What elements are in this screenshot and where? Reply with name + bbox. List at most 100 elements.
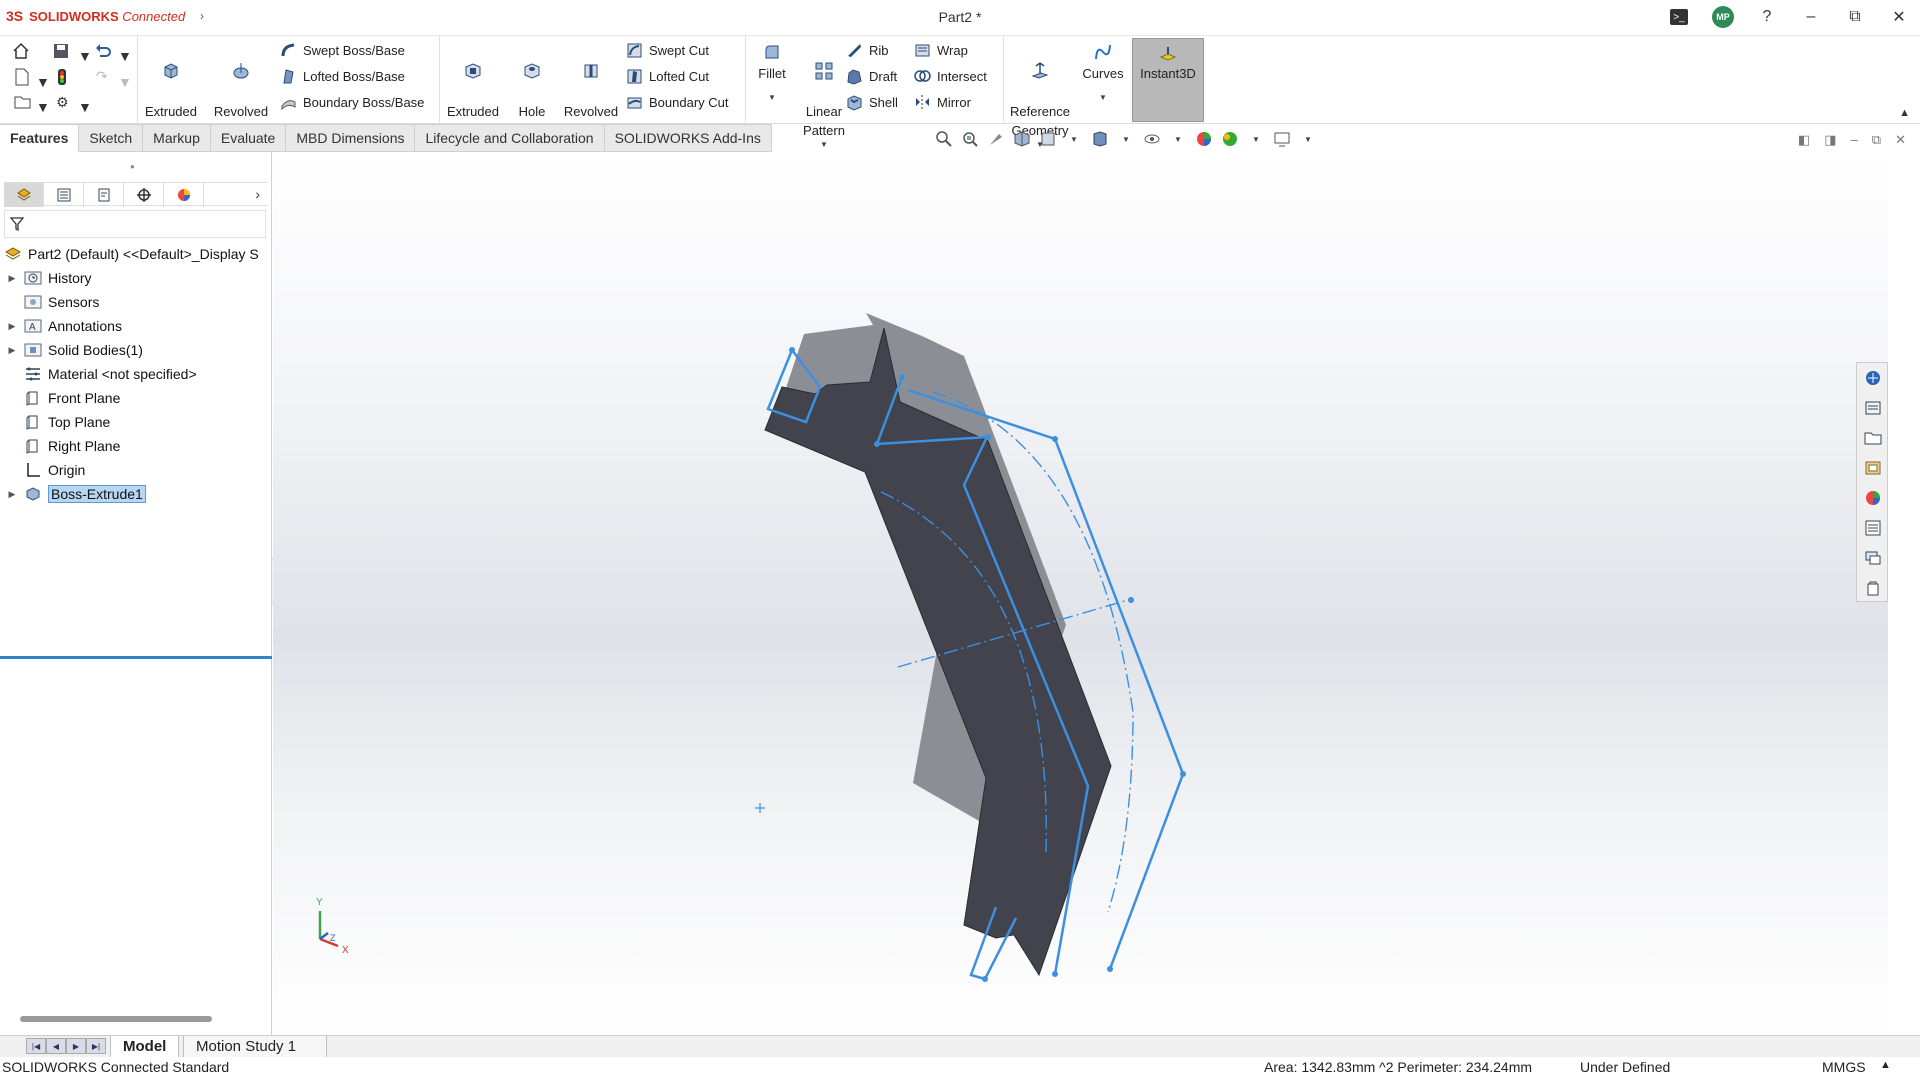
view-orientation-dropdown-icon[interactable]: ▼ <box>1064 130 1084 148</box>
next-tab-icon[interactable]: ▶ <box>66 1038 86 1054</box>
graphics-area[interactable]: Y X Z <box>273 152 1888 1035</box>
file-explorer-icon[interactable] <box>1857 423 1888 453</box>
new-document-icon[interactable] <box>14 68 30 89</box>
options-dropdown-icon[interactable]: ▼ <box>78 99 92 115</box>
curves-dropdown-icon[interactable]: ▼ <box>1080 83 1126 113</box>
tab-motion-study-1[interactable]: Motion Study 1 <box>183 1036 327 1058</box>
apply-scene-dropdown-icon[interactable]: ▼ <box>1246 130 1266 148</box>
fillet-dropdown-icon[interactable]: ▼ <box>752 83 792 113</box>
tree-item-material[interactable]: Material <not specified> <box>0 362 272 386</box>
tab-model[interactable]: Model <box>110 1036 180 1058</box>
lofted-cut-button[interactable]: Lofted Cut <box>626 68 709 85</box>
featuremanager-tree-tab[interactable] <box>4 183 44 207</box>
reference-geometry-button[interactable]: Reference Geometry ▼ <box>1008 42 1072 169</box>
shell-button[interactable]: Shell <box>846 94 898 111</box>
swept-cut-button[interactable]: Swept Cut <box>626 42 709 59</box>
zoom-to-fit-icon[interactable] <box>934 130 954 148</box>
open-icon[interactable] <box>14 94 32 113</box>
tree-item-solid-bodies[interactable]: ▶ Solid Bodies(1) <box>0 338 272 362</box>
minimize-icon[interactable]: – <box>1798 4 1824 30</box>
wrap-button[interactable]: Wrap <box>914 42 968 59</box>
expand-toggle-icon[interactable]: ▶ <box>6 345 18 356</box>
view-settings-dropdown-icon[interactable]: ▼ <box>1298 130 1318 148</box>
expand-panel-chevron-icon[interactable]: › <box>255 186 260 202</box>
tree-root-part[interactable]: Part2 (Default) <<Default>_Display S <box>0 242 272 266</box>
swept-boss-button[interactable]: Swept Boss/Base <box>280 42 405 59</box>
dynamic-annotation-views-icon[interactable] <box>1038 130 1058 148</box>
draft-button[interactable]: Draft <box>846 68 897 85</box>
tab-mbd-dimensions[interactable]: MBD Dimensions <box>286 124 416 152</box>
part-top-face[interactable] <box>764 327 1112 977</box>
solidworks-resources-icon[interactable] <box>1857 363 1888 393</box>
fillet-button[interactable]: Fillet ▼ <box>752 42 792 113</box>
tree-item-annotations[interactable]: ▶ A Annotations <box>0 314 272 338</box>
viewport-minimize-icon[interactable]: – <box>1851 132 1858 148</box>
previous-view-icon[interactable] <box>986 130 1006 148</box>
tree-item-right-plane[interactable]: Right Plane <box>0 434 272 458</box>
rib-button[interactable]: Rib <box>846 42 889 59</box>
viewport-restore-icon[interactable]: ⧉ <box>1872 132 1881 148</box>
collapse-ribbon-icon[interactable]: ▲ <box>1899 107 1910 119</box>
expand-toggle-icon[interactable]: ▶ <box>6 321 18 332</box>
redo-dropdown-icon[interactable]: ▼ <box>118 74 132 90</box>
expand-toggle-icon[interactable]: ▶ <box>6 273 18 284</box>
instant3d-button[interactable]: Instant3D <box>1132 38 1204 122</box>
undo-icon[interactable] <box>94 42 112 63</box>
rollback-bar[interactable] <box>0 656 272 659</box>
display-manager-tab[interactable] <box>164 183 204 207</box>
tab-lifecycle-collaboration[interactable]: Lifecycle and Collaboration <box>415 124 605 152</box>
tree-item-origin[interactable]: Origin <box>0 458 272 482</box>
hide-show-items-icon[interactable] <box>1142 130 1162 148</box>
tab-features[interactable]: Features <box>0 124 80 152</box>
tab-evaluate[interactable]: Evaluate <box>210 124 287 152</box>
curves-button[interactable]: Curves ▼ <box>1080 42 1126 113</box>
linear-pattern-dropdown-icon[interactable]: ▼ <box>796 140 852 150</box>
panel-grip-icon[interactable]: ● <box>130 162 135 171</box>
last-tab-icon[interactable]: ▶| <box>86 1038 106 1054</box>
custom-properties-icon[interactable] <box>1857 513 1888 543</box>
tree-item-boss-extrude1[interactable]: ▶ Boss-Extrude1 <box>0 482 272 506</box>
restore-icon[interactable]: ⧉ <box>1842 4 1868 30</box>
linear-pattern-button[interactable]: Linear Pattern ▼ <box>796 42 852 169</box>
boundary-cut-button[interactable]: Boundary Cut <box>626 94 729 111</box>
tab-markup[interactable]: Markup <box>143 124 211 152</box>
3dexperience-marketplace-icon[interactable] <box>1857 573 1888 603</box>
first-tab-icon[interactable]: |◀ <box>26 1038 46 1054</box>
viewport-tile-icon[interactable]: ◨ <box>1824 132 1836 148</box>
mirror-button[interactable]: Mirror <box>914 94 971 111</box>
redo-icon[interactable]: ↷ <box>96 68 108 85</box>
zoom-to-area-icon[interactable] <box>960 130 980 148</box>
new-dropdown-icon[interactable]: ▼ <box>36 74 50 90</box>
hide-show-dropdown-icon[interactable]: ▼ <box>1168 130 1188 148</box>
save-icon[interactable] <box>52 42 70 63</box>
view-palette-icon[interactable] <box>1857 453 1888 483</box>
tree-item-front-plane[interactable]: Front Plane <box>0 386 272 410</box>
options-gear-icon[interactable]: ⚙ <box>56 94 69 111</box>
tree-item-top-plane[interactable]: Top Plane <box>0 410 272 434</box>
view-settings-icon[interactable] <box>1272 130 1292 148</box>
close-icon[interactable]: ✕ <box>1886 4 1912 30</box>
save-dropdown-icon[interactable]: ▼ <box>78 48 92 64</box>
expand-toggle-icon[interactable]: ▶ <box>6 489 18 500</box>
home-icon[interactable] <box>12 42 30 63</box>
display-style-icon[interactable] <box>1090 130 1110 148</box>
unit-system-dropdown-icon[interactable]: ▲ <box>1880 1059 1891 1071</box>
tree-item-history[interactable]: ▶ History <box>0 266 272 290</box>
tree-item-sensors[interactable]: Sensors <box>0 290 272 314</box>
command-search-icon[interactable]: >_ <box>1666 4 1692 30</box>
tree-horizontal-scrollbar[interactable] <box>20 1016 212 1022</box>
section-view-icon[interactable] <box>1012 130 1032 148</box>
configuration-manager-tab[interactable] <box>84 183 124 207</box>
viewport-close-icon[interactable]: ✕ <box>1895 132 1906 148</box>
intersect-button[interactable]: Intersect <box>914 68 987 85</box>
tab-sketch[interactable]: Sketch <box>79 124 144 152</box>
rebuild-icon[interactable] <box>56 68 68 89</box>
dimxpert-manager-tab[interactable] <box>124 183 164 207</box>
tab-solidworks-addins[interactable]: SOLIDWORKS Add-Ins <box>604 124 772 152</box>
lofted-boss-button[interactable]: Lofted Boss/Base <box>280 68 405 85</box>
design-library-icon[interactable] <box>1857 393 1888 423</box>
display-style-dropdown-icon[interactable]: ▼ <box>1116 130 1136 148</box>
open-dropdown-icon[interactable]: ▼ <box>36 99 50 115</box>
boundary-boss-button[interactable]: Boundary Boss/Base <box>280 94 424 111</box>
tree-filter-field[interactable] <box>4 210 266 238</box>
